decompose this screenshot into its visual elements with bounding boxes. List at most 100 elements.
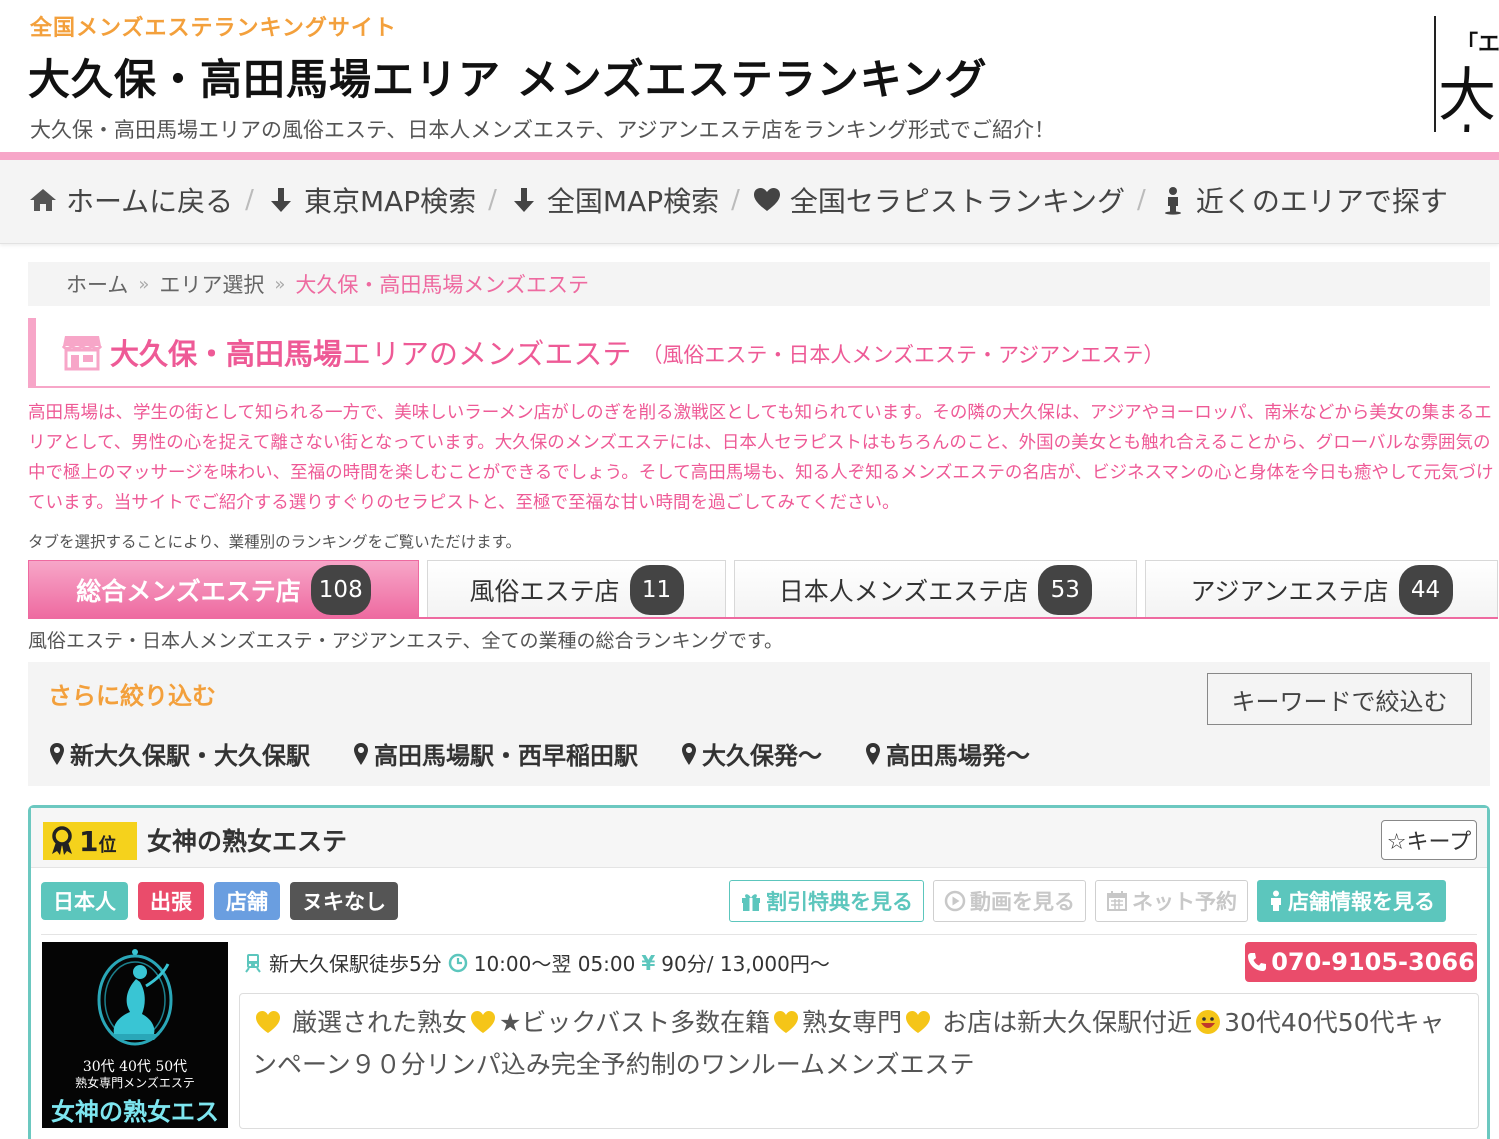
category-tabs: 総合メンズエステ店 108 風俗エステ店 11 日本人メンズエステ店 53 アジ… [28,560,1498,618]
shop-icon [62,336,102,371]
award-ribbon-icon [52,826,72,855]
thumbnail-caption-genre: 熟女専門メンズエステ [75,1076,195,1090]
nav-item-tokyo-map[interactable]: 東京MAP検索 [266,180,476,220]
shop-info-button[interactable]: 店舗情報を見る [1257,880,1446,922]
tag-dispatch: 出張 [138,882,204,920]
filter-link-okubo-dispatch[interactable]: 大久保発～ [682,736,822,771]
home-icon [30,189,56,211]
tab-label: アジアンエステ店 [1190,576,1389,606]
tab-fuzoku-esthe[interactable]: 風俗エステ店 11 [427,560,726,618]
shop-price: 90分/ 13,000円～ [661,952,830,976]
section-title: 大久保・高田馬場エリアのメンズエステ [110,331,631,373]
tab-japanese-esthe[interactable]: 日本人メンズエステ店 53 [734,560,1137,618]
site-description: 大久保・高田馬場エリアの風俗エステ、日本人メンズエステ、アジアンエステ店をランキ… [30,118,1056,142]
calendar-icon [1107,891,1127,911]
catchcopy-text: 熟女専門 [802,1008,903,1037]
keep-button[interactable]: ☆キープ [1381,820,1477,860]
filter-link-label: 高田馬場駅・西早稲田駅 [374,742,638,770]
map-pin-icon [50,742,64,765]
thumbnail-caption-name: 女神の熟女エステ [51,1097,219,1126]
shop-hours: 10:00～翌 05:00 [473,952,636,976]
catchcopy-text: 厳選された熟女 [291,1008,467,1037]
filter-link-takadanobaba-dispatch[interactable]: 高田馬場発～ [866,736,1030,771]
discount-button[interactable]: 割引特典を見る [729,880,924,922]
heart-icon [753,188,780,211]
tab-count-badge: 11 [629,564,684,615]
header-banner-logo[interactable]: 「エ 大人 [1434,16,1499,132]
nav-separator: / [731,185,740,215]
breadcrumb-link-area-select[interactable]: エリア選択 [159,269,264,299]
person-icon [1271,890,1281,911]
map-pin-icon [354,742,368,765]
catchcopy-text: ★ビックバスト多数在籍 [498,1008,771,1037]
filter-link-label: 大久保発～ [702,742,822,770]
filter-area-links: 新大久保駅・大久保駅 高田馬場駅・西早稲田駅 大久保発～ 高田馬場発～ [50,736,1030,771]
arrow-down-icon [513,188,534,212]
thumbnail-caption-ages: 30代 40代 50代 [82,1059,188,1075]
filter-link-label: 高田馬場発～ [886,742,1030,770]
tab-count-badge: 44 [1398,564,1453,615]
button-label: 店舗情報を見る [1288,890,1435,914]
nav-item-national-map[interactable]: 全国MAP検索 [509,180,719,220]
main-nav: ホームに戻る / 東京MAP検索 / 全国MAP検索 / 全国セラピストランキン… [0,160,1499,244]
tab-count-badge: 53 [1038,564,1093,615]
page-title: 大久保・高田馬場エリア メンズエステランキング [28,55,988,104]
shop-card-header: 1位 女神の熟女エステ ☆キープ [31,808,1487,868]
section-title-bold: 大久保・高田馬場 [110,337,343,371]
nav-separator: / [488,185,497,215]
tab-label: 風俗エステ店 [469,576,620,606]
yen-icon: ¥ [641,950,656,975]
breadcrumb-current: 大久保・高田馬場メンズエステ [295,273,589,297]
person-icon [1164,187,1181,215]
section-title-rest: エリアのメンズエステ [342,337,632,371]
nav-item-label: 全国MAP検索 [546,185,720,218]
tag-no-nuki: ヌキなし [290,882,398,920]
train-icon [245,953,261,973]
tab-overall[interactable]: 総合メンズエステ店 108 [28,560,419,618]
filter-link-shin-okubo[interactable]: 新大久保駅・大久保駅 [50,736,310,771]
site-tagline[interactable]: 全国メンズエステランキングサイト [30,10,397,42]
section-subtitle: （風俗エステ・日本人メンズエステ・アジアンエステ） [641,343,1165,367]
rank-badge: 1位 [43,822,137,860]
filter-link-label: 新大久保駅・大久保駅 [70,742,310,770]
nav-separator: / [1137,185,1146,215]
tab-label: 日本人メンズエステ店 [778,576,1029,606]
video-button[interactable]: 動画を見る [933,880,1086,922]
nav-item-label: 近くのエリアで探す [1195,185,1448,218]
logo-text-small: 「エ [1456,31,1499,57]
tab-description: 風俗エステ・日本人メンズエステ・アジアンエステ、全ての業種の総合ランキングです。 [28,630,784,652]
site-header: 全国メンズエステランキングサイト 大久保・高田馬場エリア メンズエステランキング… [0,0,1499,152]
shop-meta: 新大久保駅徒歩5分 10:00～翌 05:00 ¥ 90分/ 13,000円～ [243,948,830,977]
shop-thumbnail[interactable]: 30代 40代 50代 熟女専門メンズエステ 女神の熟女エステ [42,942,228,1128]
yellow-heart-icon [256,1011,280,1033]
card-divider [41,934,1477,935]
catchcopy-text: お店は新大久保駅付近 [942,1008,1193,1037]
nav-item-nearby-area[interactable]: 近くのエリアで探す [1158,180,1448,220]
nav-item-therapist-ranking[interactable]: 全国セラピストランキング [752,180,1125,220]
arrow-down-icon [270,188,291,212]
nav-item-home[interactable]: ホームに戻る [28,180,233,220]
phone-icon [1248,953,1267,971]
breadcrumb-link-home[interactable]: ホーム [66,269,128,299]
net-reservation-button[interactable]: ネット予約 [1095,880,1248,922]
filter-box: さらに絞り込む キーワードで絞込む 新大久保駅・大久保駅 高田馬場駅・西早稲田駅… [28,662,1490,786]
filter-link-takadanobaba[interactable]: 高田馬場駅・西早稲田駅 [354,736,638,771]
grinning-face-icon [1196,1010,1221,1034]
shop-access: 新大久保駅徒歩5分 [269,952,442,976]
phone-call-button[interactable]: 070-9105-3066 [1245,942,1477,982]
shop-action-buttons: 割引特典を見る 動画を見る ネット予約 店舗情報を見る [729,880,1446,922]
gift-icon [742,894,760,911]
tab-count-badge: 108 [310,564,371,615]
shop-name-link[interactable]: 女神の熟女エステ [147,822,347,858]
yellow-heart-icon [774,1011,799,1033]
keyword-filter-button[interactable]: キーワードで絞込む [1207,673,1472,725]
yellow-heart-icon [470,1011,495,1033]
tab-asian-esthe[interactable]: アジアンエステ店 44 [1145,560,1498,618]
tag-japanese: 日本人 [41,882,128,920]
filter-title: さらに絞り込む [48,682,216,710]
clock-icon [448,953,467,972]
yellow-heart-icon [906,1011,931,1033]
logo-text-large: 大人 [1438,61,1497,132]
phone-number: 070-9105-3066 [1271,948,1475,976]
button-label: 割引特典を見る [766,890,913,914]
